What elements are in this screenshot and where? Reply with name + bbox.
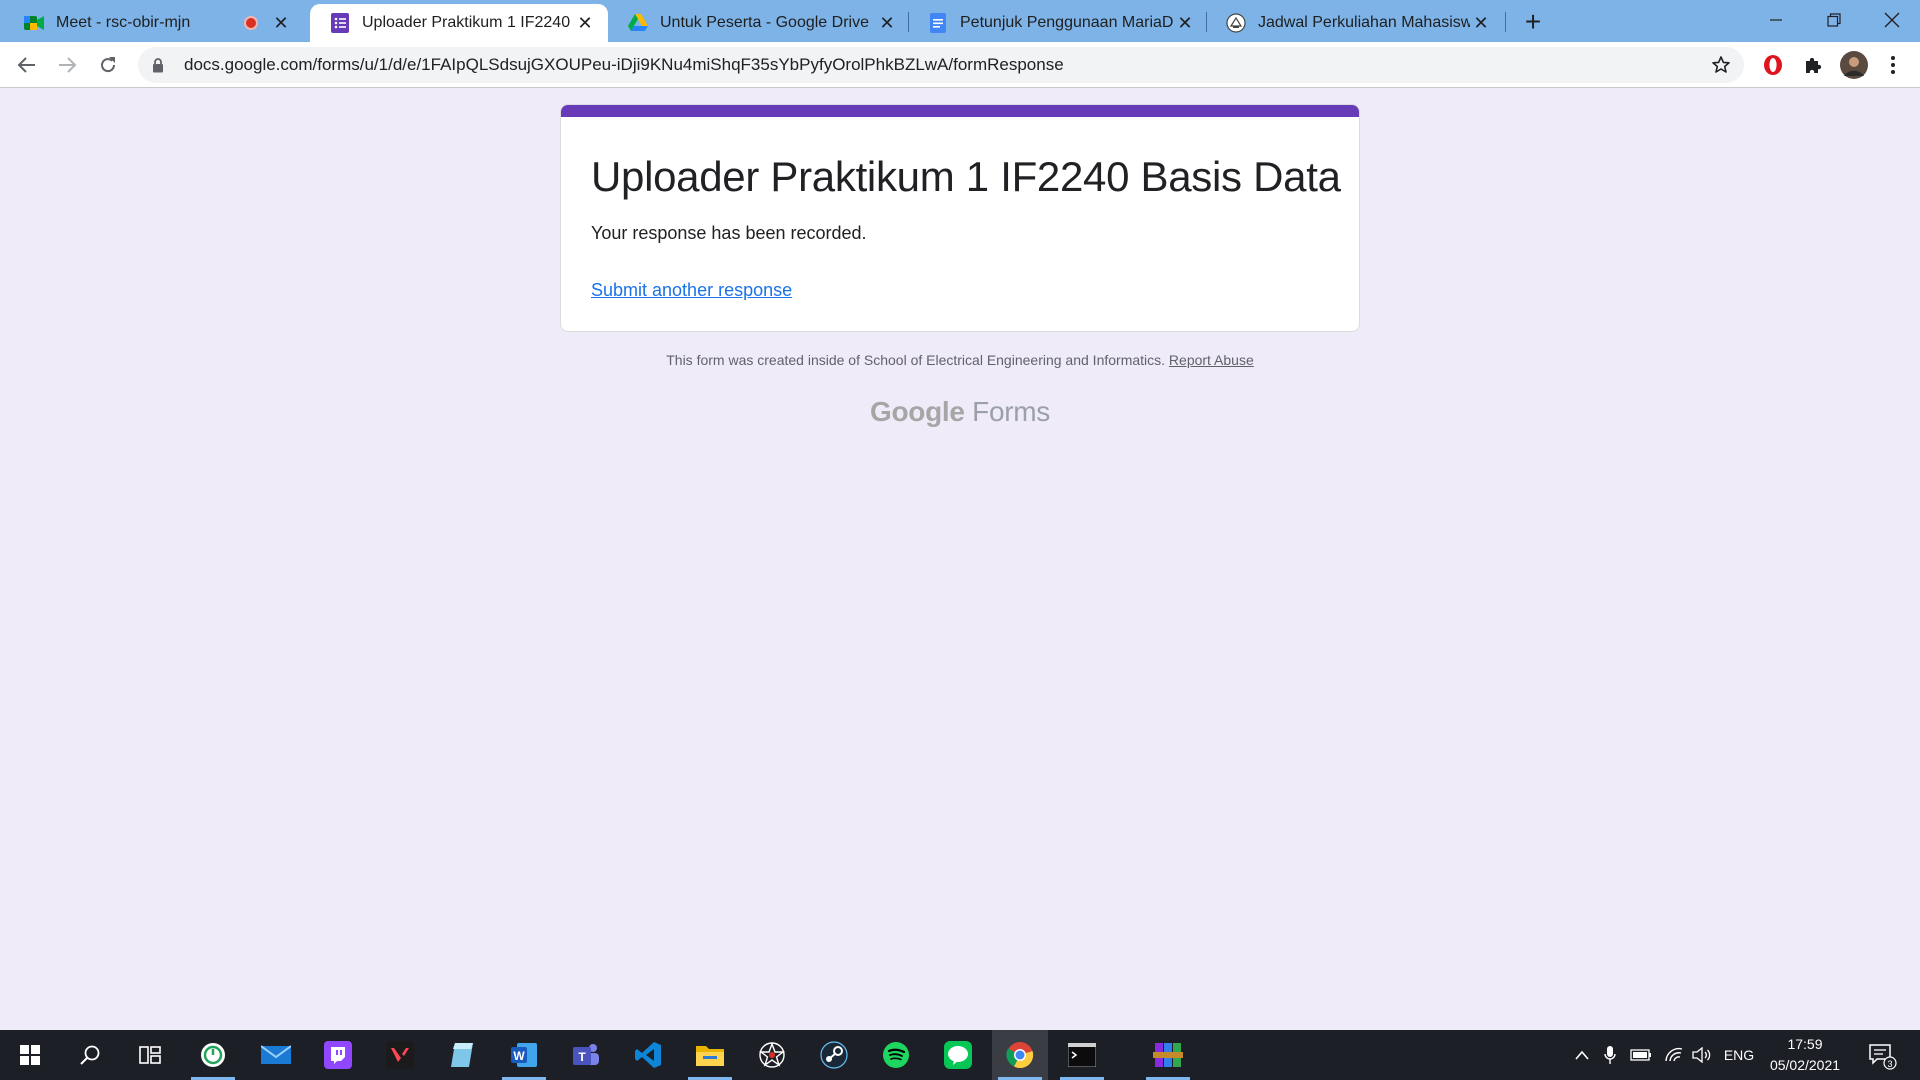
url-text[interactable]: docs.google.com/forms/u/1/d/e/1FAIpQLSds…	[184, 55, 1064, 75]
battery-icon[interactable]	[1627, 1030, 1655, 1080]
form-title: Uploader Praktikum 1 IF2240 Basis Data	[591, 153, 1341, 200]
browser-menu-icon[interactable]	[1880, 52, 1906, 78]
university-logo-icon	[1226, 13, 1246, 33]
form-footer-note: This form was created inside of School o…	[560, 352, 1360, 368]
confirmation-message: Your response has been recorded.	[591, 223, 867, 243]
system-clock[interactable]: 17:59 05/02/2021	[1760, 1034, 1850, 1076]
notification-count: 3	[1887, 1059, 1892, 1069]
svg-text:T: T	[578, 1050, 586, 1064]
windows-taskbar: W T ENG 17:59 05/02/2021 3	[0, 1030, 1920, 1080]
arachni-icon[interactable]	[744, 1030, 800, 1080]
close-icon[interactable]: ✕	[270, 12, 292, 34]
word-icon[interactable]: W	[496, 1030, 552, 1080]
tab-title: Uploader Praktikum 1 IF2240 Bas	[362, 14, 574, 31]
valorant-icon[interactable]	[372, 1030, 428, 1080]
tab-title: Untuk Peserta - Google Drive	[660, 14, 869, 31]
lock-icon[interactable]	[150, 57, 166, 73]
steam-icon[interactable]	[806, 1030, 862, 1080]
teams-icon[interactable]: T	[558, 1030, 614, 1080]
google-drive-icon	[628, 13, 648, 33]
tab-strip: Meet - rsc-obir-mjn ✕ Uploader Praktikum…	[0, 0, 1920, 42]
recording-indicator-icon	[244, 16, 258, 30]
close-icon[interactable]: ✕	[1174, 12, 1196, 34]
tab-title: Jadwal Perkuliahan Mahasiswa | S	[1258, 14, 1470, 31]
notepad-icon[interactable]	[434, 1030, 490, 1080]
app-icon[interactable]	[185, 1030, 241, 1080]
svg-text:W: W	[513, 1049, 525, 1063]
tab-forms[interactable]: Uploader Praktikum 1 IF2240 Bas ✕	[310, 4, 608, 42]
close-icon[interactable]: ✕	[876, 12, 898, 34]
clock-time: 17:59	[1787, 1036, 1823, 1052]
input-language[interactable]: ENG	[1720, 1030, 1758, 1080]
tab-separator	[1505, 12, 1506, 32]
close-icon[interactable]: ✕	[1470, 12, 1492, 34]
tab-drive[interactable]: Untuk Peserta - Google Drive ✕	[608, 4, 910, 42]
task-view-icon[interactable]	[122, 1030, 178, 1080]
microphone-icon[interactable]	[1598, 1030, 1622, 1080]
tab-jadwal[interactable]: Jadwal Perkuliahan Mahasiswa | S ✕	[1206, 4, 1504, 42]
search-icon[interactable]	[62, 1030, 118, 1080]
line-icon[interactable]	[930, 1030, 986, 1080]
start-icon[interactable]	[2, 1030, 58, 1080]
mail-icon[interactable]	[248, 1030, 304, 1080]
opera-extension-icon[interactable]	[1760, 52, 1786, 78]
back-button[interactable]	[11, 49, 43, 81]
close-window-button[interactable]	[1864, 0, 1920, 40]
bookmark-star-icon[interactable]	[1710, 54, 1732, 76]
report-abuse-link[interactable]: Report Abuse	[1169, 352, 1254, 368]
forms-wordmark: Forms	[972, 396, 1050, 427]
tab-title: Petunjuk Penggunaan MariaDB -	[960, 14, 1174, 31]
extensions-puzzle-icon[interactable]	[1800, 52, 1826, 78]
footer-note-text: This form was created inside of School o…	[666, 352, 1166, 368]
minimize-button[interactable]	[1748, 0, 1804, 40]
form-accent-bar	[561, 105, 1359, 117]
profile-avatar[interactable]	[1840, 51, 1868, 79]
address-bar[interactable]: docs.google.com/forms/u/1/d/e/1FAIpQLSds…	[138, 47, 1744, 83]
clock-date: 05/02/2021	[1769, 1057, 1841, 1073]
tab-meet[interactable]: Meet - rsc-obir-mjn ✕	[4, 4, 304, 42]
reload-button[interactable]	[92, 49, 124, 81]
volume-icon[interactable]	[1688, 1030, 1716, 1080]
tab-title: Meet - rsc-obir-mjn	[56, 14, 191, 31]
forward-button[interactable]	[51, 49, 83, 81]
winrar-icon[interactable]	[1140, 1030, 1196, 1080]
google-forms-icon	[330, 13, 350, 33]
notification-center-icon[interactable]: 3	[1862, 1030, 1902, 1080]
wifi-icon[interactable]	[1660, 1030, 1688, 1080]
google-meet-icon	[24, 13, 44, 33]
vscode-icon[interactable]	[620, 1030, 676, 1080]
restore-button[interactable]	[1806, 0, 1862, 40]
google-forms-logo[interactable]: Google Forms	[560, 396, 1360, 428]
browser-toolbar: docs.google.com/forms/u/1/d/e/1FAIpQLSds…	[0, 42, 1920, 88]
chrome-icon[interactable]	[992, 1030, 1048, 1080]
form-response-card: Uploader Praktikum 1 IF2240 Basis Data Y…	[560, 104, 1360, 332]
submit-another-response-link[interactable]: Submit another response	[591, 280, 792, 301]
tab-docs[interactable]: Petunjuk Penggunaan MariaDB - ✕	[908, 4, 1208, 42]
file-explorer-icon[interactable]	[682, 1030, 738, 1080]
twitch-icon[interactable]	[310, 1030, 366, 1080]
show-hidden-icons-chevron-icon[interactable]	[1570, 1030, 1594, 1080]
spotify-icon[interactable]	[868, 1030, 924, 1080]
google-wordmark: Google	[870, 396, 965, 427]
google-docs-icon	[928, 13, 948, 33]
close-icon[interactable]: ✕	[574, 12, 596, 34]
new-tab-button[interactable]: +	[1519, 6, 1547, 37]
terminal-icon[interactable]	[1054, 1030, 1110, 1080]
